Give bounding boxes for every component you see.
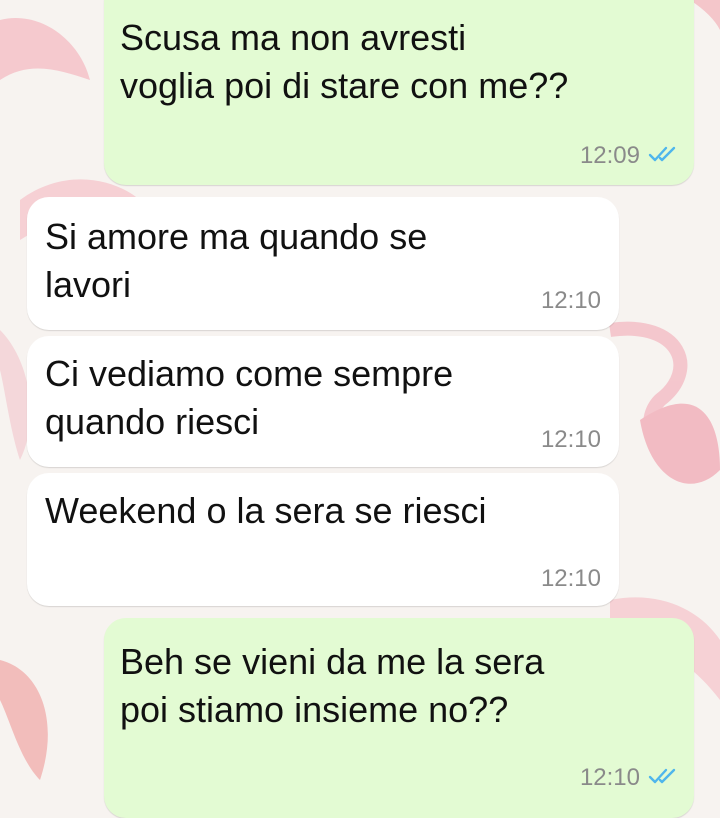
message-text: Si amore ma quando se lavori <box>45 216 428 305</box>
outgoing-message-bubble[interactable]: Beh se vieni da me la sera poi stiamo in… <box>104 618 694 818</box>
double-check-read-icon <box>648 142 678 170</box>
leaf-top-right-decoration <box>690 0 720 30</box>
message-text: Scusa ma non avresti voglia poi di stare… <box>120 17 569 106</box>
leaf-decoration <box>0 18 90 80</box>
flamingo-neck-decoration <box>609 321 693 477</box>
incoming-message-bubble[interactable]: Si amore ma quando se lavori 12:10 <box>27 197 619 330</box>
message-text: Ci vediamo come sempre quando riesci <box>45 353 454 442</box>
message-meta: 12:10 <box>541 565 601 593</box>
message-meta: 12:10 <box>541 426 601 454</box>
flamingo-body-decoration <box>640 403 720 484</box>
message-text: Beh se vieni da me la sera poi stiamo in… <box>120 641 545 730</box>
outgoing-message-bubble[interactable]: Scusa ma non avresti voglia poi di stare… <box>104 0 694 185</box>
palm-leaf-decoration <box>0 330 31 460</box>
message-meta: 12:09 <box>580 142 678 170</box>
double-check-read-icon <box>648 764 678 792</box>
message-time: 12:10 <box>540 426 601 453</box>
message-text: Weekend o la sera se riesci <box>45 490 487 531</box>
message-meta: 12:10 <box>541 287 601 315</box>
message-time: 12:10 <box>540 565 601 592</box>
leaf-bottom-decoration <box>0 660 48 780</box>
message-time: 12:10 <box>540 287 601 314</box>
message-time: 12:10 <box>579 764 640 791</box>
incoming-message-bubble[interactable]: Ci vediamo come sempre quando riesci 12:… <box>27 336 619 467</box>
message-meta: 12:10 <box>580 764 678 792</box>
incoming-message-bubble[interactable]: Weekend o la sera se riesci 12:10 <box>27 473 619 606</box>
message-time: 12:09 <box>579 142 640 169</box>
